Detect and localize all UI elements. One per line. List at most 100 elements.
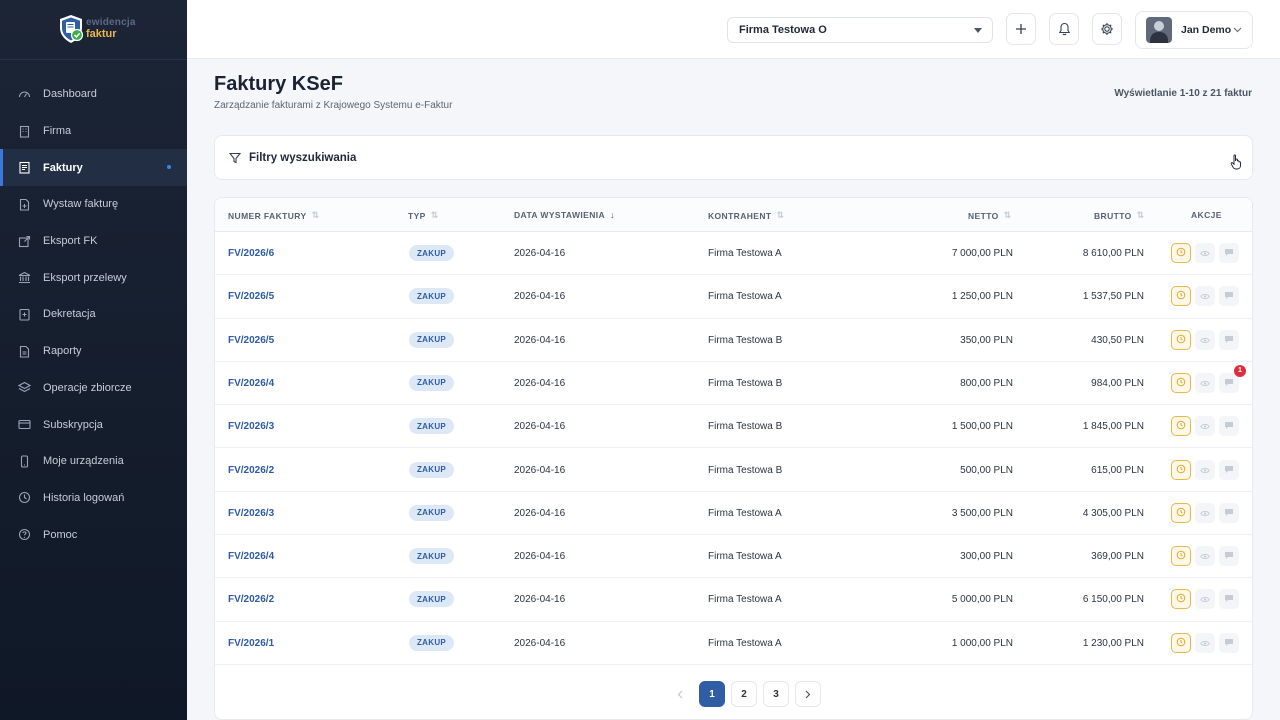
issue-date: 2026-04-16 [514, 421, 566, 433]
comment-icon [1224, 547, 1234, 565]
status-button[interactable] [1171, 502, 1191, 523]
preview-button[interactable] [1195, 329, 1215, 350]
comments-button[interactable] [1219, 286, 1239, 307]
invoice-number-link[interactable]: FV/2026/4 [228, 378, 274, 389]
sidebar-item-moje-urządzenia[interactable]: Moje urządzenia [0, 443, 187, 480]
table-row[interactable]: FV/2026/2 ZAKUP 2026-04-16 Firma Testowa A 5… [215, 578, 1252, 622]
invoice-number-link[interactable]: FV/2026/5 [228, 335, 274, 346]
invoice-number-link[interactable]: FV/2026/3 [228, 421, 274, 432]
comments-button[interactable] [1219, 632, 1239, 653]
invoice-number-link[interactable]: FV/2026/1 [228, 638, 274, 649]
row-actions [1171, 286, 1239, 307]
status-button[interactable] [1171, 632, 1191, 653]
status-button[interactable] [1171, 546, 1191, 567]
sidebar-item-dekretacja[interactable]: Dekretacja [0, 296, 187, 333]
column-header-type[interactable]: TYP ⇅ [408, 210, 439, 221]
status-button[interactable] [1171, 589, 1191, 610]
sidebar-item-historia-logowań[interactable]: Historia logowań [0, 480, 187, 517]
filters-panel[interactable]: Filtry wyszukiwania [214, 135, 1253, 180]
invoice-icon [18, 161, 31, 174]
status-button[interactable] [1171, 372, 1191, 393]
table-row[interactable]: FV/2026/3 ZAKUP 2026-04-16 Firma Testowa B 1… [215, 405, 1252, 449]
invoice-number-link[interactable]: FV/2026/5 [228, 291, 274, 302]
contractor-name: Firma Testowa A [708, 248, 782, 259]
column-header-contractor[interactable]: KONTRAHENT ⇅ [708, 210, 784, 221]
type-badge: ZAKUP [409, 591, 455, 608]
preview-button[interactable] [1195, 632, 1215, 653]
preview-button[interactable] [1195, 416, 1215, 437]
sidebar-item-subskrypcja[interactable]: Subskrypcja [0, 406, 187, 443]
previous-page-button[interactable] [667, 681, 693, 707]
status-button[interactable] [1171, 416, 1191, 437]
table-row[interactable]: FV/2026/4 ZAKUP 2026-04-16 Firma Testowa B 8… [215, 362, 1252, 406]
page-button-1[interactable]: 1 [699, 681, 725, 707]
next-page-button[interactable] [795, 681, 821, 707]
preview-button[interactable] [1195, 372, 1215, 393]
column-header-net[interactable]: NETTO ⇅ [968, 210, 1012, 221]
comments-button[interactable]: 1 [1219, 364, 1246, 393]
type-badge: ZAKUP [409, 374, 455, 391]
column-header-number[interactable]: NUMER FAKTURY ⇅ [228, 210, 320, 221]
comments-button[interactable] [1219, 329, 1239, 350]
table-row[interactable]: FV/2026/2 ZAKUP 2026-04-16 Firma Testowa B 5… [215, 449, 1252, 492]
preview-button[interactable] [1195, 589, 1215, 610]
row-actions [1171, 243, 1239, 263]
status-button[interactable] [1171, 243, 1191, 263]
comments-button[interactable] [1219, 459, 1239, 480]
comments-button[interactable] [1219, 243, 1239, 263]
preview-button[interactable] [1195, 243, 1215, 263]
table-row[interactable]: FV/2026/1 ZAKUP 2026-04-16 Firma Testowa A 1… [215, 622, 1252, 665]
table-row[interactable]: FV/2026/5 ZAKUP 2026-04-16 Firma Testowa A 1… [215, 275, 1252, 319]
status-button[interactable] [1171, 329, 1191, 350]
column-header-date[interactable]: DATA WYSTAWIENIA ↓ [514, 210, 615, 220]
page-button-2[interactable]: 2 [731, 681, 757, 707]
preview-button[interactable] [1195, 459, 1215, 480]
table-row[interactable]: FV/2026/4 ZAKUP 2026-04-16 Firma Testowa A 3… [215, 535, 1252, 579]
invoice-number-link[interactable]: FV/2026/2 [228, 594, 274, 605]
dashboard-icon [18, 88, 31, 101]
issue-date: 2026-04-16 [514, 507, 566, 519]
app-logo[interactable]: ewidencja faktur [58, 14, 138, 46]
comments-button[interactable] [1219, 546, 1239, 567]
preview-button[interactable] [1195, 502, 1215, 523]
invoice-number-link[interactable]: FV/2026/2 [228, 465, 274, 476]
table-row[interactable]: FV/2026/5 ZAKUP 2026-04-16 Firma Testowa B 3… [215, 319, 1252, 362]
settings-button[interactable] [1092, 13, 1122, 45]
sidebar-item-firma[interactable]: Firma [0, 113, 187, 150]
sidebar-item-raporty[interactable]: Raporty [0, 333, 187, 370]
add-button[interactable] [1006, 13, 1036, 45]
chevron-down-icon [1233, 27, 1242, 33]
sidebar-item-faktury[interactable]: Faktury [0, 149, 187, 187]
table-row[interactable]: FV/2026/6 ZAKUP 2026-04-16 Firma Testowa A 7… [215, 232, 1252, 276]
table-row[interactable]: FV/2026/3 ZAKUP 2026-04-16 Firma Testowa A 3… [215, 492, 1252, 536]
page-button-3[interactable]: 3 [763, 681, 789, 707]
comments-button[interactable] [1219, 416, 1239, 437]
status-button[interactable] [1171, 459, 1191, 480]
comments-button[interactable] [1219, 589, 1239, 610]
sidebar-item-dashboard[interactable]: Dashboard [0, 76, 187, 113]
invoice-number-link[interactable]: FV/2026/4 [228, 551, 274, 562]
invoice-number-link[interactable]: FV/2026/6 [228, 248, 274, 259]
preview-button[interactable] [1195, 546, 1215, 567]
sidebar-item-eksport-fk[interactable]: Eksport FK [0, 223, 187, 260]
user-menu[interactable]: Jan Demo [1135, 11, 1253, 49]
row-actions [1171, 329, 1239, 350]
sidebar-item-operacje-zbiorcze[interactable]: Operacje zbiorcze [0, 370, 187, 407]
sidebar-item-eksport-przelewy[interactable]: Eksport przelewy [0, 259, 187, 296]
sidebar-item-pomoc[interactable]: Pomoc [0, 516, 187, 553]
status-button[interactable] [1171, 286, 1191, 307]
column-header-gross[interactable]: BRUTTO ⇅ [1094, 210, 1145, 221]
layers-icon [18, 381, 31, 394]
company-select[interactable]: Firma Testowa O [727, 17, 993, 43]
phone-icon [18, 455, 31, 468]
sort-icon: ⇅ [430, 210, 439, 220]
avatar [1146, 17, 1172, 43]
gross-amount: 615,00 PLN [1091, 464, 1144, 476]
net-amount: 7 000,00 PLN [951, 248, 1013, 259]
sidebar-item-wystaw-fakturę[interactable]: Wystaw fakturę [0, 186, 187, 223]
notifications-button[interactable] [1049, 13, 1079, 45]
row-actions: 1 [1171, 364, 1246, 393]
comments-button[interactable] [1219, 502, 1239, 523]
preview-button[interactable] [1195, 286, 1215, 307]
invoice-number-link[interactable]: FV/2026/3 [228, 508, 274, 519]
